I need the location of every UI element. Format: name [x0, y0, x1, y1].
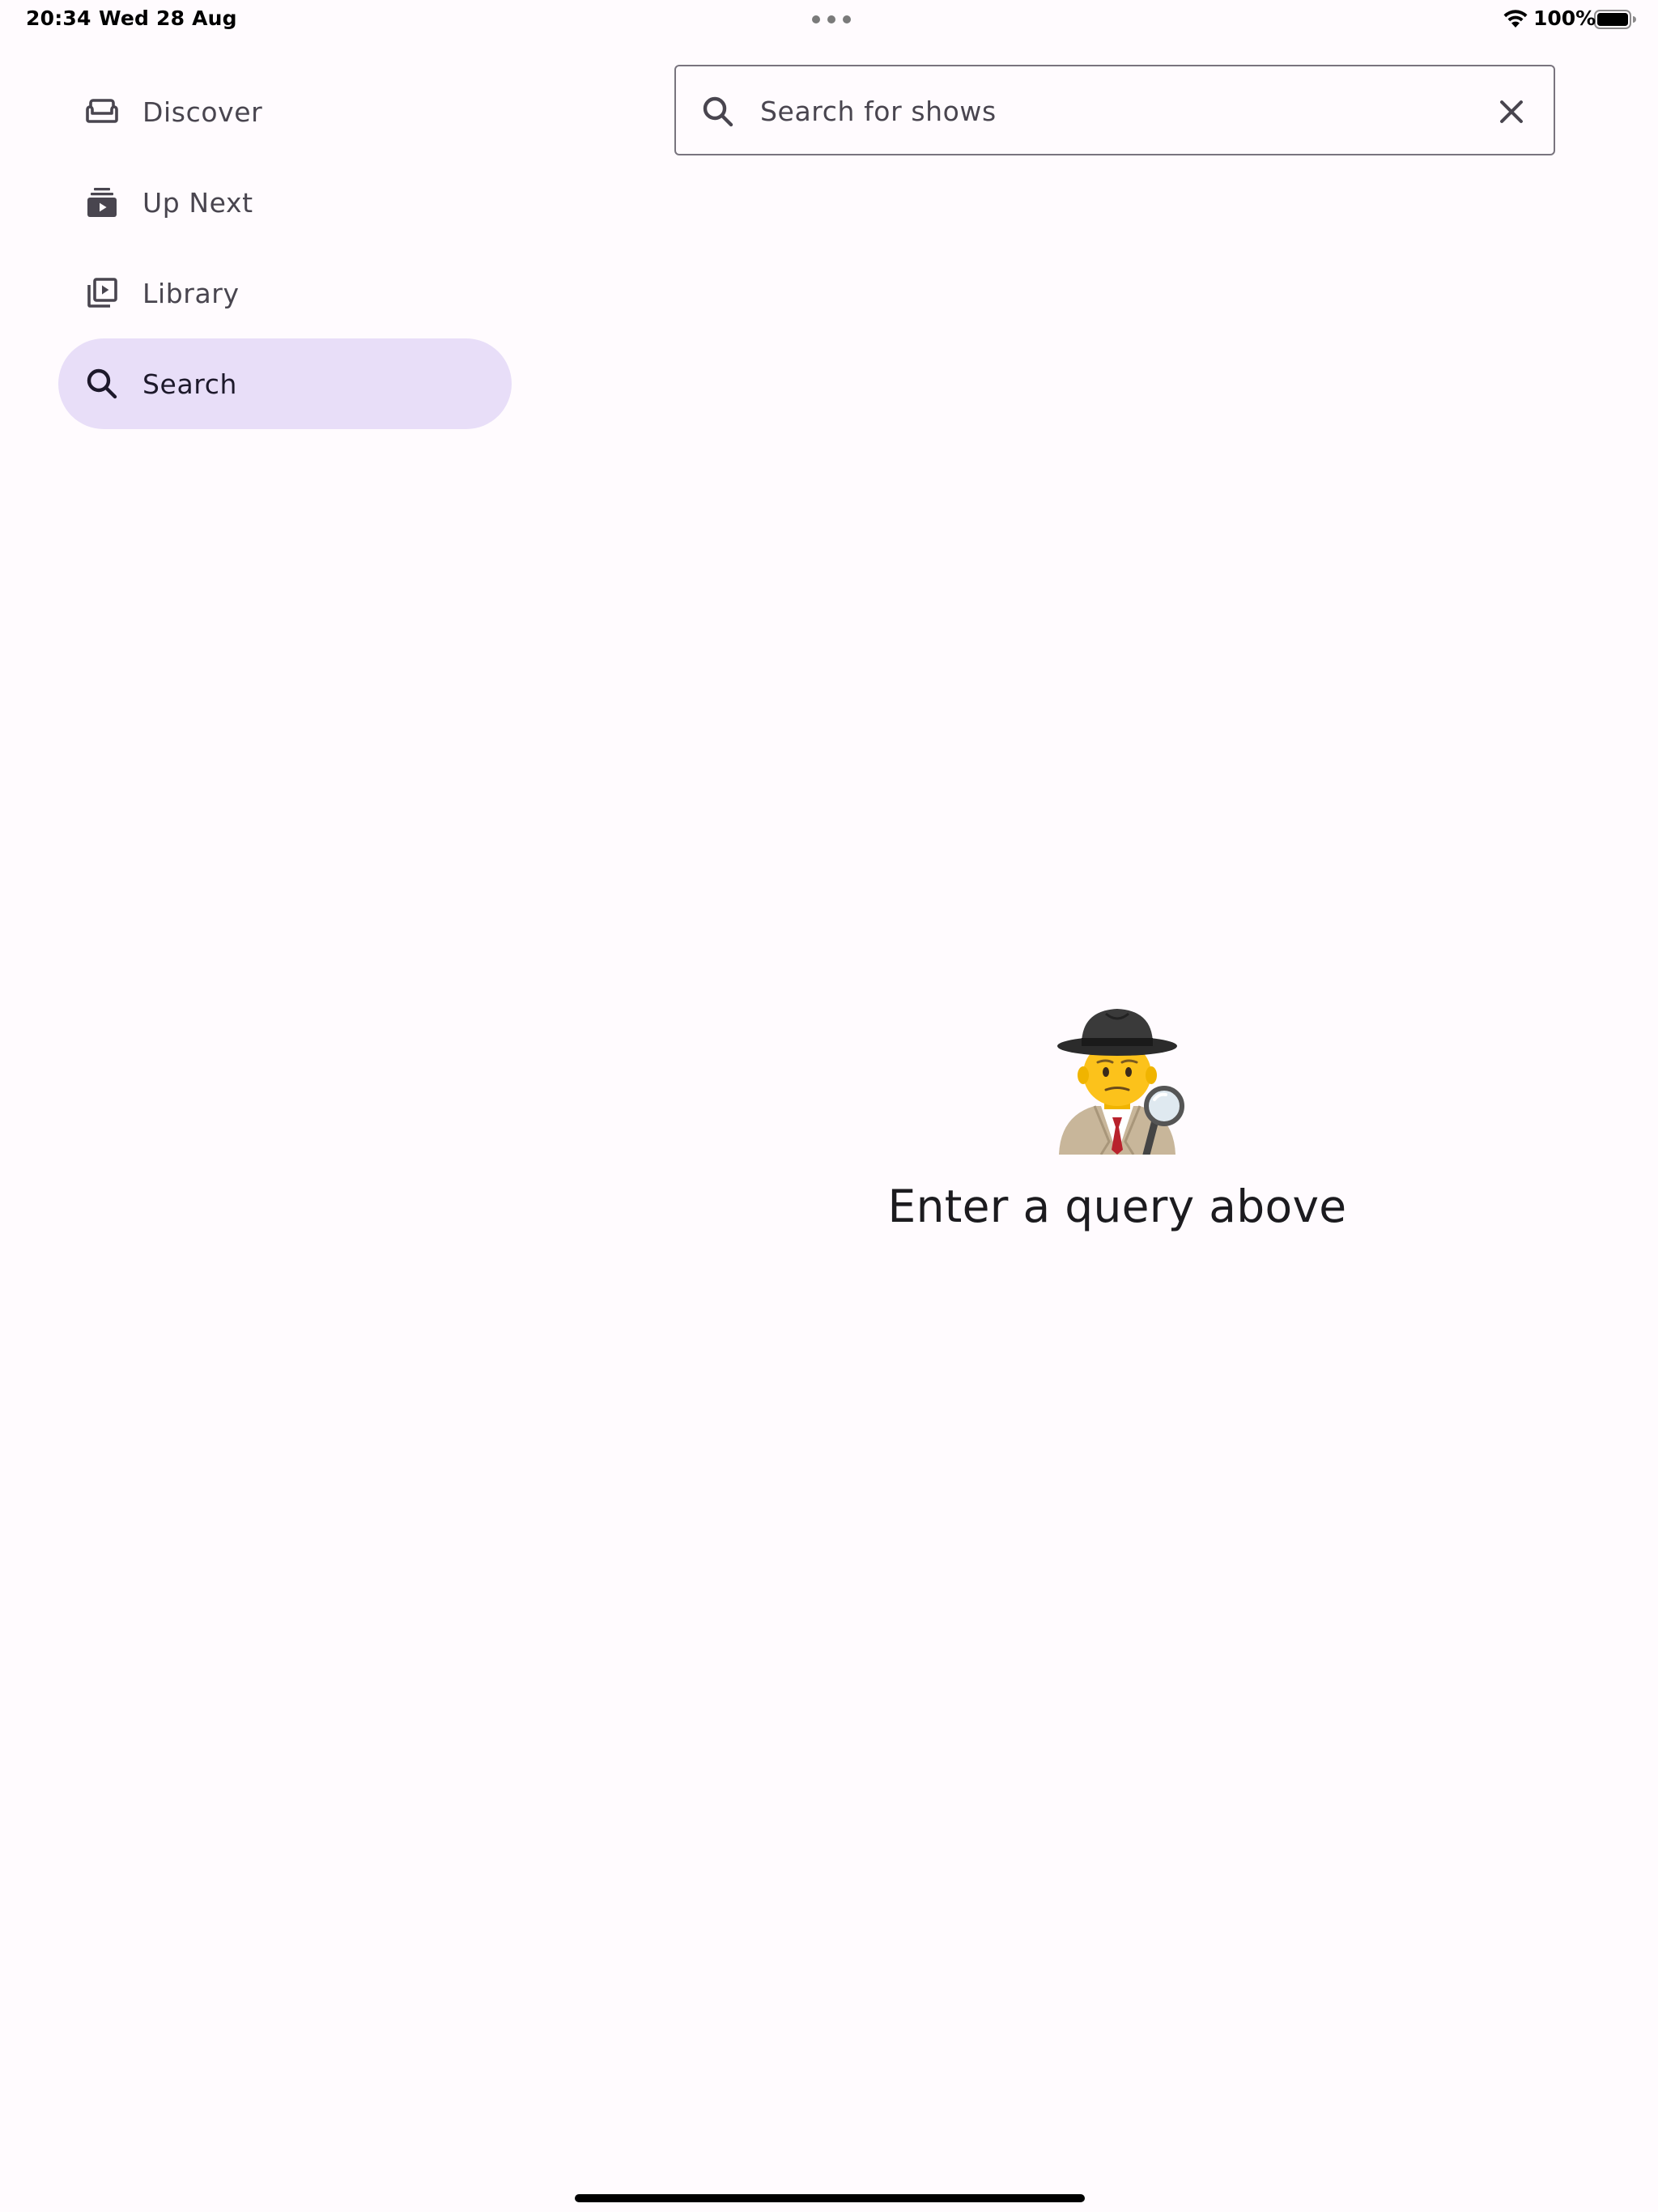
search-input[interactable] — [759, 86, 1474, 136]
nav-item-label: Discover — [142, 96, 263, 128]
close-icon[interactable] — [1489, 89, 1534, 134]
couch-icon — [83, 92, 121, 131]
search-icon — [83, 364, 121, 403]
status-date: Wed 28 Aug — [99, 6, 237, 30]
home-indicator[interactable] — [575, 2194, 1085, 2202]
status-time: 20:34 — [26, 6, 91, 30]
status-bar: 20:34 Wed 28 Aug 100% — [0, 0, 1658, 39]
playlist-play-icon — [83, 183, 121, 222]
nav-item-search[interactable]: Search — [58, 338, 512, 429]
battery-percentage: 100% — [1533, 6, 1596, 30]
nav-item-discover[interactable]: Discover — [58, 66, 512, 157]
battery-icon — [1594, 10, 1636, 29]
nav-item-up-next[interactable]: Up Next — [58, 157, 512, 248]
wifi-icon — [1503, 10, 1528, 28]
nav-item-label: Library — [142, 277, 240, 309]
detective-emoji-icon — [1057, 1009, 1184, 1155]
search-icon — [695, 89, 741, 134]
nav-item-label: Up Next — [142, 186, 253, 219]
empty-state-message: Enter a query above — [887, 1180, 1347, 1232]
video-library-icon — [83, 274, 121, 313]
multitask-dots-icon[interactable] — [812, 15, 851, 24]
empty-state: Enter a query above — [858, 996, 1376, 1232]
nav-item-label: Search — [142, 368, 237, 400]
search-field[interactable] — [674, 65, 1555, 155]
nav-item-library[interactable]: Library — [58, 248, 512, 338]
